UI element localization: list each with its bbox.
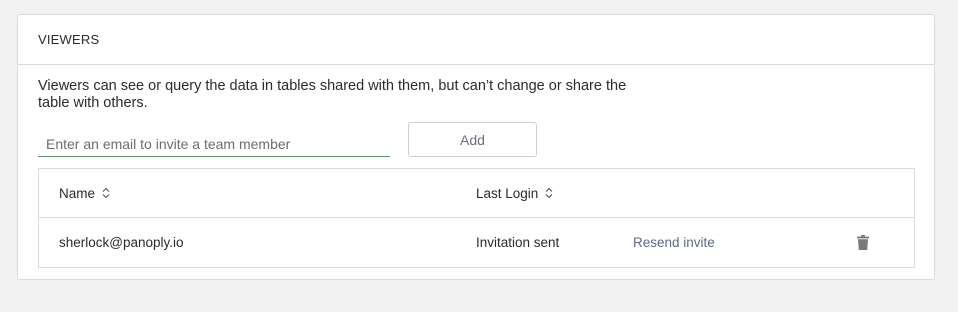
- trash-icon: [857, 235, 869, 250]
- column-header-label: Name: [59, 185, 96, 201]
- viewers-card: VIEWERS Viewers can see or query the dat…: [17, 14, 935, 280]
- sort-icon: [545, 187, 553, 199]
- table-header: Name Last Login: [39, 169, 914, 218]
- column-header-last-login[interactable]: Last Login: [476, 169, 553, 217]
- section-header: VIEWERS: [18, 15, 934, 65]
- resend-invite-link[interactable]: Resend invite: [633, 218, 715, 267]
- delete-user-button[interactable]: [857, 218, 869, 267]
- invite-email-input[interactable]: [38, 131, 390, 157]
- add-button[interactable]: Add: [408, 122, 537, 157]
- sort-icon: [102, 187, 110, 199]
- section-description: Viewers can see or query the data in tab…: [38, 78, 627, 111]
- section-title: VIEWERS: [38, 32, 100, 47]
- viewers-table: Name Last Login sherlock@panoply.io Invi…: [38, 168, 915, 268]
- column-header-name[interactable]: Name: [59, 169, 110, 217]
- table-row: sherlock@panoply.io Invitation sent Rese…: [39, 218, 914, 267]
- last-login-status: Invitation sent: [476, 235, 560, 250]
- column-header-label: Last Login: [476, 185, 539, 201]
- user-email: sherlock@panoply.io: [59, 235, 184, 250]
